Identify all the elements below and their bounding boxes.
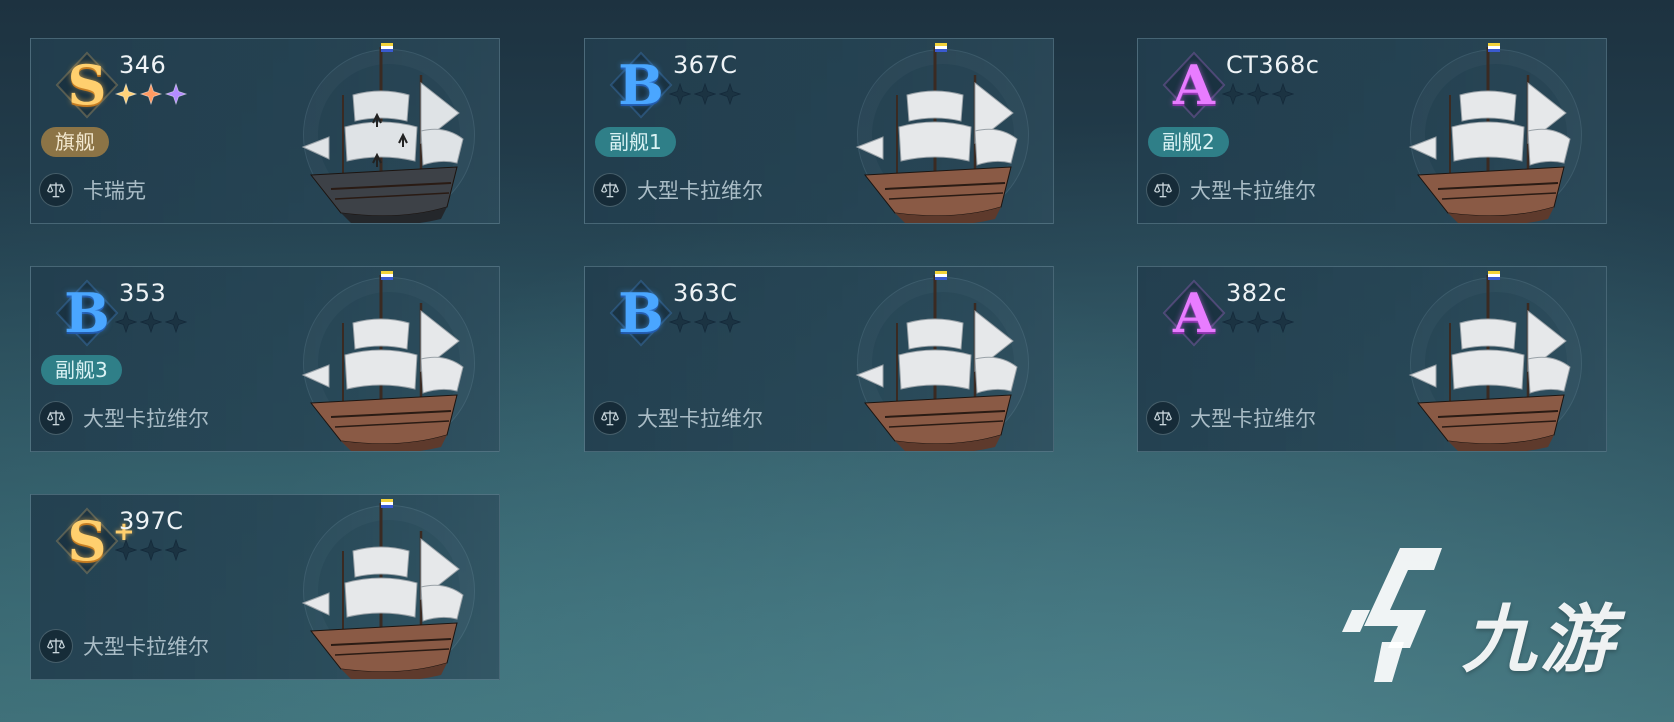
ship-type-label: 大型卡拉维尔 (1190, 179, 1316, 203)
ship-id: 367C (673, 51, 738, 79)
star-rating (1221, 310, 1295, 334)
ship-id: 346 (119, 51, 167, 79)
star-icon (1271, 310, 1295, 334)
ship-type-label: 大型卡拉维尔 (83, 635, 209, 659)
star-rating (668, 82, 742, 106)
star-icon (718, 310, 742, 334)
watermark-text: 九游 (1462, 597, 1618, 683)
ship-type-row: 卡瑞克 (39, 173, 146, 207)
star-icon (164, 82, 188, 106)
ship-type-label: 大型卡拉维尔 (637, 179, 763, 203)
star-rating (668, 310, 742, 334)
star-icon (139, 538, 163, 562)
star-rating (1221, 82, 1295, 106)
grade-emblem: B (605, 49, 677, 121)
ship-type-row: 大型卡拉维尔 (593, 401, 763, 435)
balance-scale-icon (593, 173, 627, 207)
ship-id: 353 (119, 279, 167, 307)
ship-type-row: 大型卡拉维尔 (39, 401, 209, 435)
grade-letter: B (618, 53, 664, 117)
star-icon (668, 82, 692, 106)
grade-letter: B (64, 281, 110, 345)
role-badge: 副舰1 (595, 127, 676, 157)
ship-card[interactable]: S 346 旗舰卡瑞克 (30, 38, 500, 224)
ship-illustration (281, 495, 481, 679)
ship-card[interactable]: B 353 副舰3 大型卡拉维尔 (30, 266, 500, 452)
star-icon (1271, 82, 1295, 106)
star-icon (1221, 82, 1245, 106)
ship-card[interactable]: A CT368c 副舰2 大型卡拉维尔 (1137, 38, 1607, 224)
balance-scale-icon (39, 173, 73, 207)
ship-card[interactable]: B 363C 大型卡拉维尔 (584, 266, 1054, 452)
grade-letter: A (1173, 281, 1215, 345)
ship-illustration (835, 267, 1035, 451)
ship-type-row: 大型卡拉维尔 (593, 173, 763, 207)
role-badge: 副舰2 (1148, 127, 1229, 157)
ship-type-row: 大型卡拉维尔 (39, 629, 209, 663)
ship-illustration (1388, 39, 1588, 223)
watermark: 九游 (1330, 540, 1650, 690)
balance-scale-icon (593, 401, 627, 435)
ship-type-row: 大型卡拉维尔 (1146, 401, 1316, 435)
ship-illustration (281, 267, 481, 451)
ship-type-row: 大型卡拉维尔 (1146, 173, 1316, 207)
star-rating (114, 538, 188, 562)
star-rating (114, 82, 188, 106)
ship-illustration (835, 39, 1035, 223)
star-rating (114, 310, 188, 334)
star-icon (139, 310, 163, 334)
ship-illustration (281, 39, 481, 223)
ship-id: 382c (1226, 279, 1288, 307)
balance-scale-icon (1146, 401, 1180, 435)
star-icon (139, 82, 163, 106)
ship-type-label: 大型卡拉维尔 (1190, 407, 1316, 431)
star-icon (114, 310, 138, 334)
grade-letter: S (67, 53, 107, 117)
grade-emblem: S + (51, 505, 135, 577)
star-icon (693, 310, 717, 334)
role-badge: 副舰3 (41, 355, 122, 385)
star-icon (1246, 82, 1270, 106)
ship-card[interactable]: B 367C 副舰1 大型卡拉维尔 (584, 38, 1054, 224)
ship-id: 363C (673, 279, 738, 307)
grade-letter: B (618, 281, 664, 345)
grade-emblem: S (51, 49, 123, 121)
ship-illustration (1388, 267, 1588, 451)
balance-scale-icon (39, 629, 73, 663)
ship-type-label: 大型卡拉维尔 (83, 407, 209, 431)
ship-id: CT368c (1226, 51, 1320, 79)
star-icon (1221, 310, 1245, 334)
star-icon (718, 82, 742, 106)
grade-emblem: A (1158, 49, 1230, 121)
grade-letter: A (1173, 53, 1215, 117)
grade-emblem: B (605, 277, 677, 349)
star-icon (668, 310, 692, 334)
star-icon (164, 310, 188, 334)
ship-id: 397C (119, 507, 184, 535)
role-badge: 旗舰 (41, 127, 109, 157)
ship-type-label: 卡瑞克 (83, 179, 146, 203)
star-icon (114, 538, 138, 562)
star-icon (114, 82, 138, 106)
star-icon (693, 82, 717, 106)
balance-scale-icon (1146, 173, 1180, 207)
ship-card[interactable]: S +397C 大型卡拉维尔 (30, 494, 500, 680)
jiuyou-logo-icon (1342, 548, 1442, 682)
star-icon (1246, 310, 1270, 334)
ship-card[interactable]: A 382c 大型卡拉维尔 (1137, 266, 1607, 452)
grade-emblem: B (51, 277, 123, 349)
grade-emblem: A (1158, 277, 1230, 349)
star-icon (164, 538, 188, 562)
ship-type-label: 大型卡拉维尔 (637, 407, 763, 431)
balance-scale-icon (39, 401, 73, 435)
